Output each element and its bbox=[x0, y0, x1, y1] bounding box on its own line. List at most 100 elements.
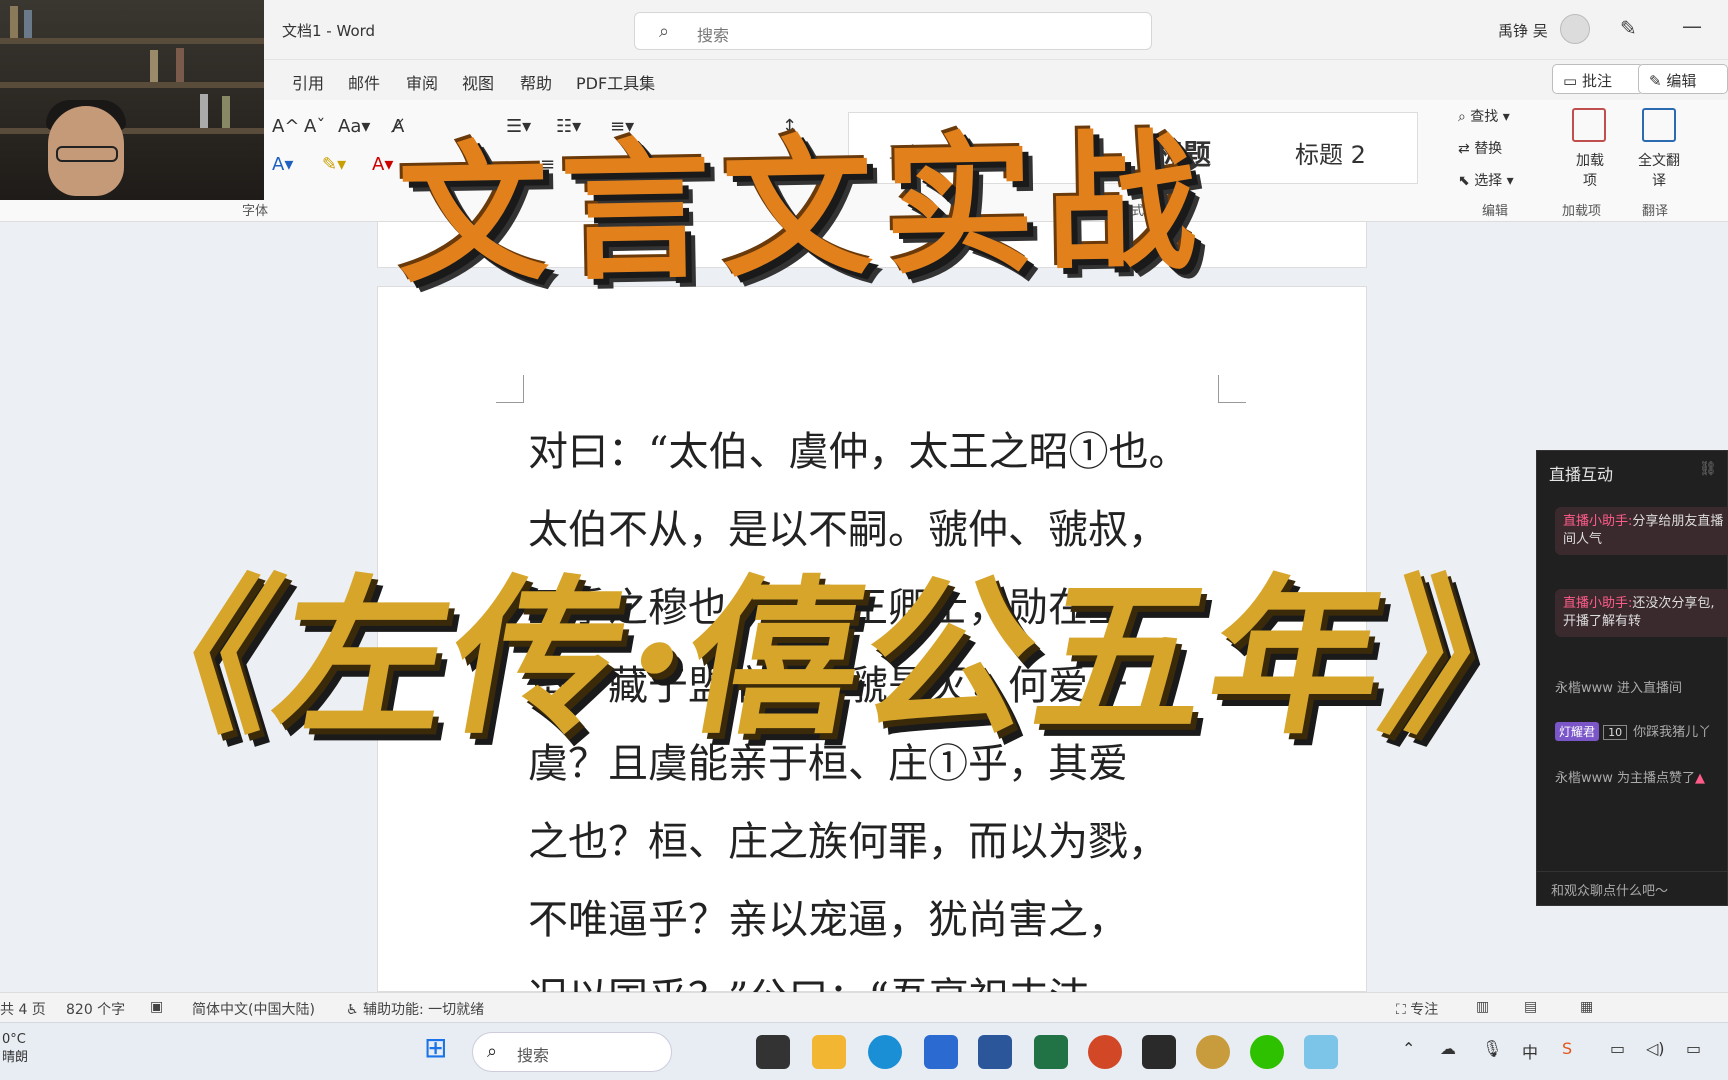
file-explorer-icon[interactable] bbox=[812, 1035, 846, 1069]
change-case-icon[interactable]: Aa▾ bbox=[338, 116, 370, 137]
comment-icon: ▭ bbox=[1563, 72, 1582, 90]
excel-app-icon[interactable] bbox=[1034, 1035, 1068, 1069]
volume-icon[interactable]: ◁) bbox=[1646, 1039, 1665, 1058]
web-layout-icon[interactable]: ▦ bbox=[1580, 999, 1593, 1015]
print-layout-icon[interactable]: ▤ bbox=[1524, 999, 1537, 1015]
overlay-title-main: 《左传·僖公五年》 bbox=[87, 558, 1579, 758]
weather-widget[interactable]: 0°C 晴朗 bbox=[2, 1031, 28, 1067]
focus-label: 专注 bbox=[1410, 1002, 1439, 1018]
edge-browser-icon[interactable] bbox=[868, 1035, 902, 1069]
powerpoint-app-icon[interactable] bbox=[1088, 1035, 1122, 1069]
font-color-icon[interactable]: A▾ bbox=[372, 154, 393, 175]
search-placeholder: 搜索 bbox=[697, 26, 730, 45]
weather-desc: 晴朗 bbox=[2, 1050, 29, 1065]
proofing-icon[interactable]: ▣ bbox=[150, 999, 163, 1015]
replace-button[interactable]: ⇄ 替换 bbox=[1458, 138, 1502, 158]
replace-label: 替换 bbox=[1474, 141, 1503, 157]
search-icon: ⌕ bbox=[487, 1041, 498, 1062]
select-label: 选择 bbox=[1474, 173, 1503, 189]
edit-label: 编辑 bbox=[1666, 72, 1697, 90]
doc-line[interactable]: 况以国乎？”公曰：“吾享祀丰洁 bbox=[528, 965, 1089, 993]
margin-corner-right bbox=[1218, 375, 1246, 403]
ime-indicator[interactable]: 中 bbox=[1522, 1039, 1538, 1063]
edit-pen-icon: ✎ bbox=[1649, 72, 1667, 90]
editing-mode-button[interactable]: ✎ 编辑 bbox=[1638, 64, 1728, 94]
chat-badge-text: 你踩我猪儿丫 bbox=[1633, 725, 1712, 740]
select-cursor-icon: ⬉ bbox=[1458, 173, 1475, 189]
taskbar: 0°C 晴朗 ⊞ ⌕ 搜索 ⌃ ☁ 🎙 中 S ▭ ◁) ▭ bbox=[0, 1022, 1728, 1080]
app-icon[interactable] bbox=[1304, 1035, 1338, 1069]
margin-corner-left bbox=[496, 375, 524, 403]
search-input[interactable]: ⌕ 搜索 bbox=[634, 12, 1152, 50]
webcam-video bbox=[0, 0, 264, 200]
live-chat-panel: 直播互动 ⛓ 直播小助手:分享给朋友直播间人气 直播小助手:还没次分享包,开播了… bbox=[1536, 450, 1728, 906]
taskbar-search[interactable]: ⌕ 搜索 bbox=[472, 1032, 672, 1072]
tab-references[interactable]: 引用 bbox=[292, 70, 324, 94]
addin-icon[interactable] bbox=[1572, 108, 1606, 142]
replace-icon: ⇄ bbox=[1458, 141, 1475, 157]
doc-line[interactable]: 之也？桓、庄之族何罪，而以为戮， bbox=[528, 809, 1168, 867]
word-app-icon[interactable] bbox=[978, 1035, 1012, 1069]
font-group-label: 字体 bbox=[242, 204, 269, 219]
store-icon[interactable] bbox=[924, 1035, 958, 1069]
chat-badge: 灯耀君 bbox=[1555, 722, 1600, 741]
task-view-icon[interactable] bbox=[756, 1035, 790, 1069]
user-name[interactable]: 禹铮 吴 bbox=[1498, 20, 1548, 41]
highlight-icon[interactable]: ✎▾ bbox=[322, 154, 346, 175]
addin-button-label[interactable]: 加载项 bbox=[1572, 150, 1608, 190]
network-icon[interactable]: ▭ bbox=[1610, 1039, 1625, 1058]
designer-pen-icon[interactable]: ✎ bbox=[1620, 16, 1637, 40]
translate-button-label[interactable]: 全文翻译 bbox=[1636, 150, 1682, 190]
wechat-app-icon[interactable] bbox=[1250, 1035, 1284, 1069]
find-icon: ⌕ bbox=[1458, 109, 1471, 125]
page-count[interactable]: 共 4 页 bbox=[0, 999, 46, 1019]
grow-font-icon[interactable]: A^ bbox=[272, 116, 299, 137]
battery-icon[interactable]: ▭ bbox=[1686, 1039, 1701, 1058]
translate-icon[interactable] bbox=[1642, 108, 1676, 142]
chat-input[interactable]: 和观众聊点什么吧～ bbox=[1537, 871, 1728, 907]
chevron-up-icon[interactable]: ⌃ bbox=[1402, 1039, 1415, 1058]
tab-view[interactable]: 视图 bbox=[462, 70, 494, 94]
accessibility-icon: ♿ bbox=[346, 1002, 364, 1018]
windows-start-icon[interactable]: ⊞ bbox=[424, 1031, 458, 1065]
thumbs-up-icon: ▲ bbox=[1695, 771, 1706, 786]
shrink-font-icon[interactable]: Aˇ bbox=[304, 116, 325, 137]
taskbar-search-label: 搜索 bbox=[517, 1046, 550, 1065]
select-button[interactable]: ⬉ 选择 ▾ bbox=[1458, 170, 1514, 190]
search-icon: ⌕ bbox=[659, 21, 670, 42]
language-status[interactable]: 简体中文(中国大陆) bbox=[192, 999, 315, 1019]
style-heading-2[interactable]: 标题 2 bbox=[1295, 135, 1366, 170]
find-button[interactable]: ⌕ 查找 ▾ bbox=[1458, 106, 1510, 126]
comment-label: 批注 bbox=[1581, 72, 1612, 90]
accessibility-status[interactable]: ♿ 辅助功能: 一切就绪 bbox=[346, 999, 484, 1019]
overlay-title-top: 文言文实战 bbox=[396, 113, 1210, 305]
translate-group-label: 翻译 bbox=[1642, 204, 1669, 219]
doc-line[interactable]: 不唯逼乎？亲以宠逼，犹尚害之， bbox=[528, 887, 1128, 945]
league-app-icon[interactable] bbox=[1196, 1035, 1230, 1069]
chat-like-line: 永楷www 为主播点赞了▲ bbox=[1555, 767, 1705, 786]
word-count[interactable]: 820 个字 bbox=[66, 999, 125, 1019]
weather-temp: 0°C bbox=[2, 1032, 26, 1047]
comment-button[interactable]: ▭ 批注 bbox=[1552, 64, 1644, 94]
find-label: 查找 bbox=[1470, 109, 1499, 125]
text-effects-icon[interactable]: A▾ bbox=[272, 154, 293, 175]
sogou-icon[interactable]: S bbox=[1562, 1039, 1572, 1058]
chat-like-text: 永楷www 为主播点赞了 bbox=[1555, 771, 1696, 786]
read-mode-icon[interactable]: ▥ bbox=[1476, 999, 1489, 1015]
minimize-icon[interactable]: — bbox=[1682, 14, 1702, 38]
doc-line[interactable]: 对曰：“太伯、虞仲，太王之昭①也。 bbox=[528, 419, 1188, 477]
cloud-icon[interactable]: ☁ bbox=[1440, 1039, 1456, 1058]
microphone-icon[interactable]: 🎙 bbox=[1482, 1039, 1502, 1058]
app-g-icon[interactable] bbox=[1142, 1035, 1176, 1069]
tab-help[interactable]: 帮助 bbox=[520, 70, 552, 94]
tab-review[interactable]: 审阅 bbox=[406, 70, 438, 94]
tab-mailings[interactable]: 邮件 bbox=[348, 70, 380, 94]
link-icon[interactable]: ⛓ bbox=[1699, 461, 1717, 477]
focus-mode[interactable]: ⛶ 专注 bbox=[1396, 999, 1438, 1019]
avatar[interactable] bbox=[1560, 14, 1590, 44]
chat-badge-level: 10 bbox=[1603, 725, 1628, 740]
chat-author: 直播小助手: bbox=[1563, 596, 1633, 611]
focus-icon: ⛶ bbox=[1396, 1002, 1411, 1018]
chat-badge-line: 灯耀君 10 你踩我猪儿丫 bbox=[1555, 721, 1711, 741]
live-chat-title: 直播互动 bbox=[1549, 465, 1614, 484]
